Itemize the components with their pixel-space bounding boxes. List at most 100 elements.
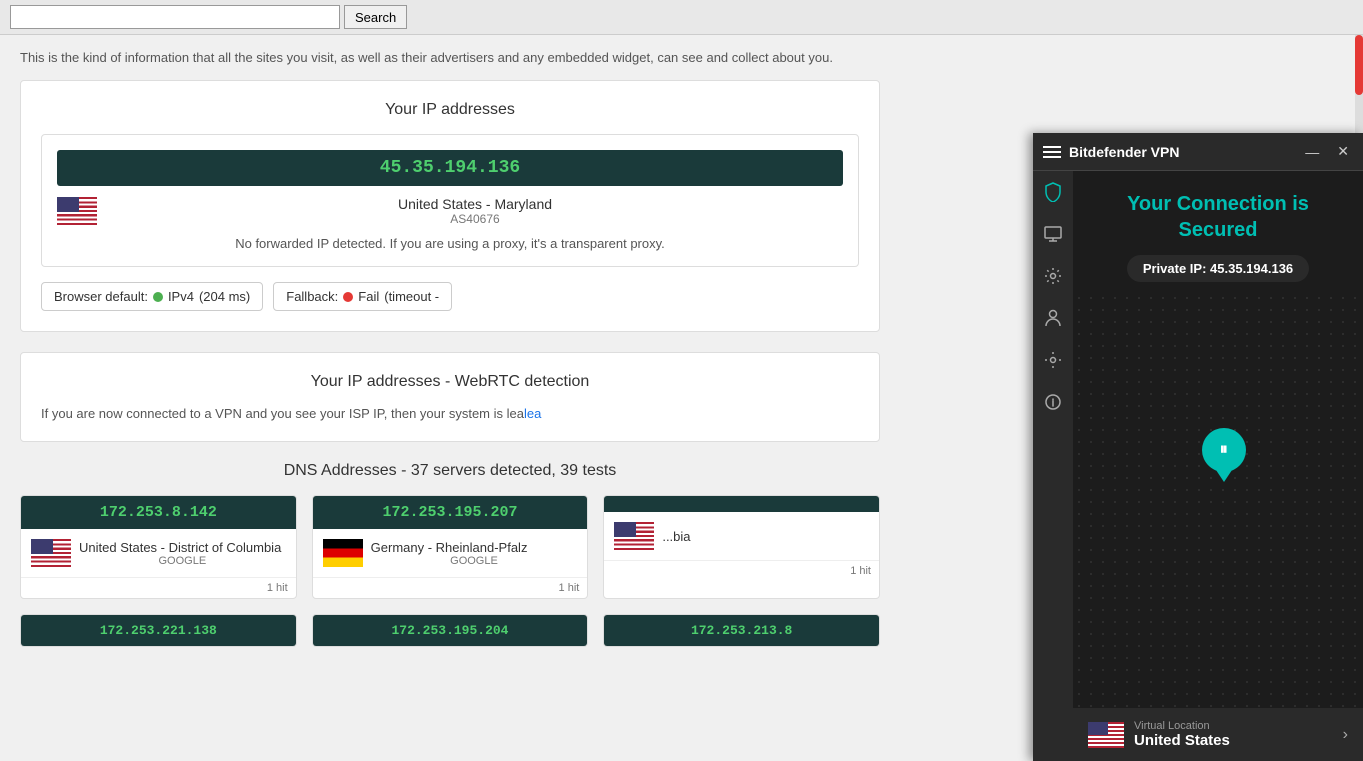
vpn-private-ip-value: 45.35.194.136 bbox=[1210, 261, 1293, 276]
dns-info-3: ...bia bbox=[604, 512, 879, 560]
vpn-close-button[interactable]: ✕ bbox=[1333, 141, 1353, 162]
vpn-title: Bitdefender VPN bbox=[1069, 144, 1179, 160]
ipv4-green-dot bbox=[153, 292, 163, 302]
dns-ip-2: 172.253.195.207 bbox=[313, 496, 588, 529]
vpn-map-area: ⏸ bbox=[1073, 292, 1363, 708]
hamburger-line-3 bbox=[1043, 156, 1061, 158]
dns-hits-2: 1 hit bbox=[313, 577, 588, 598]
webrtc-text: If you are now connected to a VPN and yo… bbox=[41, 406, 859, 421]
dns-flag-1 bbox=[31, 539, 71, 567]
no-forward-text: No forwarded IP detected. If you are usi… bbox=[57, 236, 843, 251]
vpn-info-icon[interactable] bbox=[1042, 391, 1064, 413]
dns-isp-2: GOOGLE bbox=[371, 555, 578, 567]
vpn-titlebar-right: — ✕ bbox=[1301, 141, 1353, 162]
vpn-chevron-icon: › bbox=[1343, 726, 1348, 744]
ip-card: Your IP addresses 45.35.194.136 United S… bbox=[20, 80, 880, 332]
fail-red-dot bbox=[343, 292, 353, 302]
vpn-private-ip-label: Private IP: bbox=[1143, 261, 1207, 276]
dns-card-6: 172.253.213.8 bbox=[603, 614, 880, 647]
vpn-secured-title: Your Connection isSecured bbox=[1088, 191, 1348, 243]
dns-grid-row2: 172.253.221.138 172.253.195.204 172.253.… bbox=[20, 614, 880, 647]
vpn-private-ip-badge: Private IP: 45.35.194.136 bbox=[1127, 255, 1309, 282]
dns-card-5: 172.253.195.204 bbox=[312, 614, 589, 647]
ip-box: 45.35.194.136 United States - Maryland A… bbox=[41, 134, 859, 267]
vpn-pin-circle: ⏸ bbox=[1202, 428, 1246, 472]
webrtc-card: Your IP addresses - WebRTC detection If … bbox=[20, 352, 880, 442]
dns-hits-1: 1 hit bbox=[21, 577, 296, 598]
vpn-titlebar-left: Bitdefender VPN bbox=[1043, 144, 1179, 160]
location-asn: AS40676 bbox=[107, 212, 843, 226]
vpn-sidebar bbox=[1033, 171, 1073, 761]
fallback-badge: Fallback: Fail (timeout - bbox=[273, 282, 452, 311]
dns-flag-2 bbox=[323, 539, 363, 567]
dns-card-1: 172.253.8.142 United States - District o… bbox=[20, 495, 297, 599]
hamburger-line-1 bbox=[1043, 146, 1061, 148]
dns-isp-1: GOOGLE bbox=[79, 555, 286, 567]
dns-info-1: United States - District of Columbia GOO… bbox=[21, 529, 296, 577]
us-flag-icon bbox=[57, 197, 97, 225]
webrtc-title: Your IP addresses - WebRTC detection bbox=[41, 373, 859, 391]
dns-title: DNS Addresses - 37 servers detected, 39 … bbox=[20, 462, 880, 480]
search-input[interactable] bbox=[10, 5, 340, 29]
dns-location-1: United States - District of Columbia GOO… bbox=[79, 540, 286, 567]
vpn-location-info: Virtual Location United States bbox=[1134, 720, 1333, 749]
dns-section: DNS Addresses - 37 servers detected, 39 … bbox=[20, 462, 880, 647]
dns-ip-4: 172.253.221.138 bbox=[21, 615, 296, 646]
vpn-minimize-button[interactable]: — bbox=[1301, 142, 1323, 162]
ipv4-badge: Browser default: IPv4 (204 ms) bbox=[41, 282, 263, 311]
hamburger-menu-icon[interactable] bbox=[1043, 146, 1061, 158]
dns-country-2: Germany - Rheinland-Pfalz bbox=[371, 540, 578, 555]
vpn-map-dots bbox=[1073, 292, 1363, 708]
vpn-location-flag bbox=[1088, 722, 1124, 748]
protocol-row: Browser default: IPv4 (204 ms) Fallback:… bbox=[41, 282, 859, 311]
dns-ip-5: 172.253.195.204 bbox=[313, 615, 588, 646]
scrollbar-thumb[interactable] bbox=[1355, 35, 1363, 95]
main-content: This is the kind of information that all… bbox=[0, 35, 900, 723]
fail-label: Fail bbox=[358, 289, 379, 304]
dns-country-3: ...bia bbox=[662, 529, 869, 544]
dns-ip-1: 172.253.8.142 bbox=[21, 496, 296, 529]
dns-card-4: 172.253.221.138 bbox=[20, 614, 297, 647]
vpn-settings-icon[interactable] bbox=[1042, 349, 1064, 371]
vpn-gear-icon[interactable] bbox=[1042, 265, 1064, 287]
dns-hits-3: 1 hit bbox=[604, 560, 879, 581]
vpn-layout: Your Connection isSecured Private IP: 45… bbox=[1033, 171, 1363, 761]
vpn-location-pin: ⏸ bbox=[1202, 428, 1246, 472]
dns-flag-3 bbox=[614, 522, 654, 550]
vpn-location-bar[interactable]: Virtual Location United States › bbox=[1073, 708, 1363, 761]
ip-card-title: Your IP addresses bbox=[41, 101, 859, 119]
dns-ip-3 bbox=[604, 496, 879, 512]
vpn-pause-icon: ⏸ bbox=[1220, 441, 1228, 459]
vpn-titlebar: Bitdefender VPN — ✕ bbox=[1033, 133, 1363, 171]
ip-address-display: 45.35.194.136 bbox=[57, 150, 843, 186]
dns-card-3: ...bia 1 hit bbox=[603, 495, 880, 599]
dns-ip-6: 172.253.213.8 bbox=[604, 615, 879, 646]
vpn-user-icon[interactable] bbox=[1042, 307, 1064, 329]
dns-location-3: ...bia bbox=[662, 529, 869, 544]
dns-grid: 172.253.8.142 United States - District o… bbox=[20, 495, 880, 599]
search-button[interactable]: Search bbox=[344, 5, 407, 29]
dns-info-2: Germany - Rheinland-Pfalz GOOGLE bbox=[313, 529, 588, 577]
vpn-monitor-icon[interactable] bbox=[1042, 223, 1064, 245]
vpn-virtual-label: Virtual Location bbox=[1134, 720, 1333, 732]
dns-location-2: Germany - Rheinland-Pfalz GOOGLE bbox=[371, 540, 578, 567]
ipv4-label: IPv4 bbox=[168, 289, 194, 304]
vpn-panel: Bitdefender VPN — ✕ bbox=[1033, 133, 1363, 761]
location-name: United States - Maryland bbox=[107, 196, 843, 212]
webrtc-link[interactable]: lea bbox=[524, 406, 541, 421]
top-search-bar: Search bbox=[0, 0, 1363, 35]
dns-card-2: 172.253.195.207 Germany - Rheinland-Pfal… bbox=[312, 495, 589, 599]
vpn-shield-icon[interactable] bbox=[1042, 181, 1064, 203]
vpn-location-name: United States bbox=[1134, 732, 1333, 749]
dns-country-1: United States - District of Columbia bbox=[79, 540, 286, 555]
vpn-status-area: Your Connection isSecured Private IP: 45… bbox=[1073, 171, 1363, 292]
ip-location-row: United States - Maryland AS40676 bbox=[57, 196, 843, 226]
fail-detail: (timeout - bbox=[384, 289, 439, 304]
ip-location-text: United States - Maryland AS40676 bbox=[107, 196, 843, 226]
fallback-label: Fallback: bbox=[286, 289, 338, 304]
browser-default-label: Browser default: bbox=[54, 289, 148, 304]
vpn-main-panel: Your Connection isSecured Private IP: 45… bbox=[1073, 171, 1363, 761]
hamburger-line-2 bbox=[1043, 151, 1061, 153]
ipv4-ms: (204 ms) bbox=[199, 289, 250, 304]
info-text: This is the kind of information that all… bbox=[20, 50, 880, 65]
